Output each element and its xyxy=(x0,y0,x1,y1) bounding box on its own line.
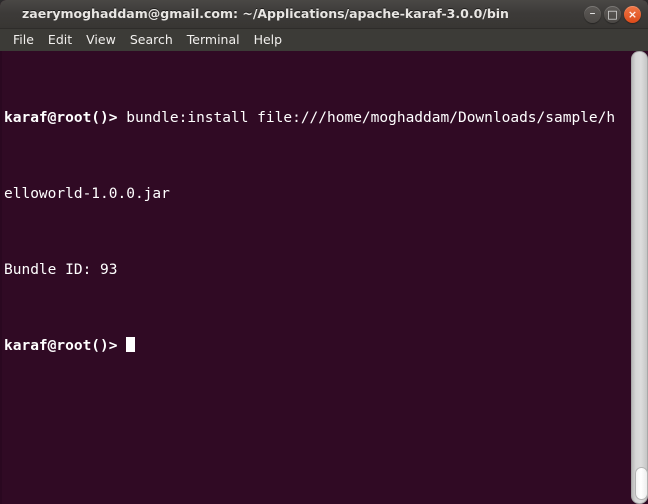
terminal-line: karaf@root()> bundle:install file:///hom… xyxy=(4,109,632,128)
menu-item-view[interactable]: View xyxy=(79,29,123,51)
menu-item-search[interactable]: Search xyxy=(123,29,180,51)
terminal-line-active: karaf@root()> xyxy=(4,337,632,356)
terminal-output: karaf@root()> bundle:install file:///hom… xyxy=(4,52,632,413)
terminal-screen[interactable]: karaf@root()> bundle:install file:///hom… xyxy=(0,51,648,504)
window-title: zaerymoghaddam@gmail.com: ~/Applications… xyxy=(22,6,509,21)
scrollbar-thumb[interactable] xyxy=(635,467,648,500)
close-button[interactable]: × xyxy=(624,6,641,23)
terminal-command-wrap: elloworld-1.0.0.jar xyxy=(4,186,170,202)
minimize-icon: – xyxy=(589,6,596,20)
menu-item-help[interactable]: Help xyxy=(247,29,290,51)
terminal-prompt-active: karaf@root()> xyxy=(4,338,118,354)
text-cursor xyxy=(126,337,136,352)
vertical-scrollbar[interactable] xyxy=(630,51,648,504)
window-controls: – □ × xyxy=(584,6,641,23)
menu-bar: File Edit View Search Terminal Help xyxy=(0,29,648,51)
menu-item-file[interactable]: File xyxy=(6,29,41,51)
close-icon: × xyxy=(627,8,638,21)
terminal-input[interactable] xyxy=(118,338,127,354)
menu-item-terminal[interactable]: Terminal xyxy=(180,29,247,51)
scrollbar-trough[interactable] xyxy=(631,51,648,504)
maximize-button[interactable]: □ xyxy=(604,6,621,23)
maximize-icon: □ xyxy=(607,8,618,21)
terminal-window: zaerymoghaddam@gmail.com: ~/Applications… xyxy=(0,0,648,504)
menu-item-edit[interactable]: Edit xyxy=(41,29,79,51)
minimize-button[interactable]: – xyxy=(584,6,601,23)
terminal-result: Bundle ID: 93 xyxy=(4,262,118,278)
terminal-prompt: karaf@root()> xyxy=(4,110,118,126)
terminal-command: bundle:install file:///home/moghaddam/Do… xyxy=(117,110,616,126)
terminal-line: elloworld-1.0.0.jar xyxy=(4,185,632,204)
title-bar[interactable]: zaerymoghaddam@gmail.com: ~/Applications… xyxy=(0,0,648,29)
terminal-line: Bundle ID: 93 xyxy=(4,261,632,280)
